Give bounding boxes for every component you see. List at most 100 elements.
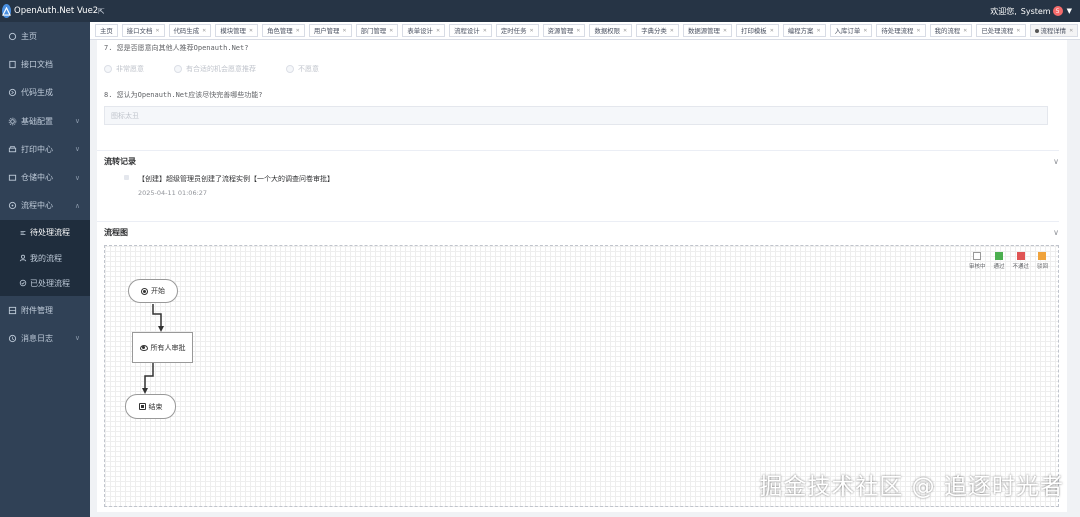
tab-data-permissions[interactable]: 数据权限 ✕ <box>589 24 633 37</box>
active-dot-icon <box>1034 28 1039 33</box>
gear-icon <box>8 117 17 125</box>
timeline-dot <box>124 175 129 180</box>
history-title: 流转记录 <box>104 157 136 166</box>
sidebar: 主页 接口文档 代码生成 基础配置 ∨ 打印中心 ∨ 仓储中心 ∨ 流程中心 ∧… <box>0 22 90 517</box>
close-icon[interactable]: ✕ <box>249 28 253 34</box>
flow-node-approve[interactable]: 所有人审批 <box>132 332 193 363</box>
sidebar-item-processed-flows[interactable]: 已处理流程 <box>0 270 90 296</box>
close-icon[interactable]: ✕ <box>816 28 820 34</box>
chevron-down-icon: ∨ <box>74 173 80 182</box>
question-7: 7. 您是否愿意向其他人推荐Openauth.Net? <box>104 44 249 52</box>
history-entry-text: 【创建】超级管理员创建了流程实例【一个大的调查问卷审批】 <box>138 175 334 183</box>
tab-flow-detail[interactable]: 流程详情 ✕ <box>1029 24 1079 37</box>
sidebar-item-attachments[interactable]: 附件管理 <box>0 296 90 324</box>
close-icon[interactable]: ✕ <box>723 28 727 34</box>
tab-form-design[interactable]: 表单设计 ✕ <box>402 24 446 37</box>
close-icon[interactable]: ✕ <box>529 28 533 34</box>
tab-home[interactable]: 主页 <box>95 24 118 37</box>
sidebar-item-basic-config[interactable]: 基础配置 ∨ <box>0 107 90 135</box>
close-icon[interactable]: ✕ <box>1069 28 1073 34</box>
radio-option[interactable]: 非常愿意 <box>104 64 144 74</box>
chevron-up-icon: ∧ <box>74 201 80 210</box>
chevron-down-icon: ∨ <box>1053 157 1059 166</box>
tab-flow-design[interactable]: 流程设计 ✕ <box>449 24 492 37</box>
attachment-icon <box>8 306 17 314</box>
sidebar-item-workflow-center[interactable]: 流程中心 ∧ <box>0 192 90 220</box>
warehouse-icon <box>8 174 17 181</box>
tab-api-docs[interactable]: 接口文档 ✕ <box>121 24 165 37</box>
flowchart-section-header[interactable]: 流程图 ∨ <box>97 221 1059 243</box>
start-node-icon <box>141 287 148 295</box>
logo-icon <box>2 4 11 18</box>
close-icon[interactable]: ✕ <box>436 28 440 34</box>
flowchart-title: 流程图 <box>104 228 128 237</box>
app-title: OpenAuth.Net Vue2 <box>14 6 99 16</box>
radio-option[interactable]: 不愿意 <box>286 64 319 74</box>
tab-my-flows[interactable]: 我的流程 ✕ <box>929 24 973 37</box>
close-icon[interactable]: ✕ <box>863 28 867 34</box>
sidebar-item-api-docs[interactable]: 接口文档 <box>0 50 90 78</box>
code-icon <box>8 89 17 97</box>
flow-node-start[interactable]: 开始 <box>128 279 178 303</box>
close-icon[interactable]: ✕ <box>916 28 920 34</box>
document-icon <box>9 60 16 69</box>
flow-detail-card: 7. 您是否愿意向其他人推荐Openauth.Net? 非常愿意 有合适的机会愿… <box>97 40 1067 512</box>
tab-dictionary[interactable]: 字典分类 ✕ <box>636 24 679 37</box>
question-7-options: 非常愿意 有合适的机会愿意推荐 不愿意 <box>104 64 349 74</box>
sidebar-item-label: 已处理流程 <box>30 278 70 288</box>
sidebar-item-codegen[interactable]: 代码生成 <box>0 79 90 107</box>
tab-modules[interactable]: 模块管理 ✕ <box>215 24 259 37</box>
chevron-down-icon: ∨ <box>74 145 80 154</box>
close-icon[interactable]: ✕ <box>483 28 487 34</box>
tab-pending-flows[interactable]: 待处理流程 ✕ <box>876 24 926 37</box>
main-content: 7. 您是否愿意向其他人推荐Openauth.Net? 非常愿意 有合适的机会愿… <box>90 40 1080 517</box>
user-menu[interactable]: 欢迎您, System 5 ▼ <box>990 0 1072 22</box>
tab-processed-flows[interactable]: 已处理流程 ✕ <box>976 24 1026 37</box>
tab-departments[interactable]: 部门管理 ✕ <box>355 24 399 37</box>
tab-datasources[interactable]: 数据源管理 ✕ <box>682 24 733 37</box>
top-bar: OpenAuth.Net Vue2 ⇱ 欢迎您, System 5 ▼ <box>0 0 1080 22</box>
sidebar-item-label: 主页 <box>21 31 37 41</box>
sidebar-item-label: 附件管理 <box>21 305 53 315</box>
app-logo[interactable]: OpenAuth.Net Vue2 <box>0 0 98 22</box>
close-icon[interactable]: ✕ <box>342 28 346 34</box>
tags-view-bar: 主页 接口文档 ✕ 代码生成 ✕ 模块管理 ✕ 角色管理 ✕ 用户管理 ✕ 部门管理 ✕ 表… <box>90 22 1080 40</box>
history-section-header[interactable]: 流转记录 ∨ <box>97 150 1059 172</box>
chevron-down-icon: ∨ <box>74 117 80 126</box>
collapse-sidebar-icon[interactable]: ⇱ <box>98 7 105 16</box>
message-icon <box>8 334 17 343</box>
tab-resources[interactable]: 资源管理 ✕ <box>542 24 586 37</box>
close-icon[interactable]: ✕ <box>670 28 674 34</box>
close-icon[interactable]: ✕ <box>623 28 627 34</box>
tab-print-templates[interactable]: 打印模板 ✕ <box>736 24 779 37</box>
tab-users[interactable]: 用户管理 ✕ <box>308 24 352 37</box>
sidebar-item-my-flows[interactable]: 我的流程 <box>0 245 90 271</box>
tab-programming[interactable]: 编程方案 ✕ <box>782 24 826 37</box>
close-icon[interactable]: ✕ <box>963 28 967 34</box>
pending-icon <box>20 230 26 235</box>
chevron-down-icon: ∨ <box>1053 228 1059 237</box>
close-icon[interactable]: ✕ <box>155 28 159 34</box>
eye-icon <box>139 344 148 351</box>
close-icon[interactable]: ✕ <box>202 28 206 34</box>
close-icon[interactable]: ✕ <box>296 28 300 34</box>
tab-roles[interactable]: 角色管理 ✕ <box>262 24 305 37</box>
tab-scheduled-tasks[interactable]: 定时任务 ✕ <box>495 24 539 37</box>
sidebar-item-warehouse[interactable]: 仓储中心 ∨ <box>0 163 90 191</box>
sidebar-item-print-center[interactable]: 打印中心 ∨ <box>0 135 90 163</box>
close-icon[interactable]: ✕ <box>1016 28 1020 34</box>
flow-node-end[interactable]: 结束 <box>125 394 176 419</box>
sidebar-item-label: 流程中心 <box>21 201 53 211</box>
welcome-text: 欢迎您, <box>990 6 1017 16</box>
sidebar-item-pending-flows[interactable]: 待处理流程 <box>0 220 90 246</box>
sidebar-item-home[interactable]: 主页 <box>0 22 90 50</box>
close-icon[interactable]: ✕ <box>576 28 580 34</box>
tab-inbound-orders[interactable]: 入库订单 ✕ <box>829 24 873 37</box>
radio-option[interactable]: 有合适的机会愿意推荐 <box>174 64 256 74</box>
tab-codegen[interactable]: 代码生成 ✕ <box>168 24 212 37</box>
sidebar-item-message-log[interactable]: 消息日志 ∨ <box>0 324 90 352</box>
close-icon[interactable]: ✕ <box>770 28 774 34</box>
close-icon[interactable]: ✕ <box>389 28 393 34</box>
question-8-input[interactable]: 图标太丑 <box>104 106 1048 125</box>
sidebar-item-label: 消息日志 <box>21 333 53 343</box>
